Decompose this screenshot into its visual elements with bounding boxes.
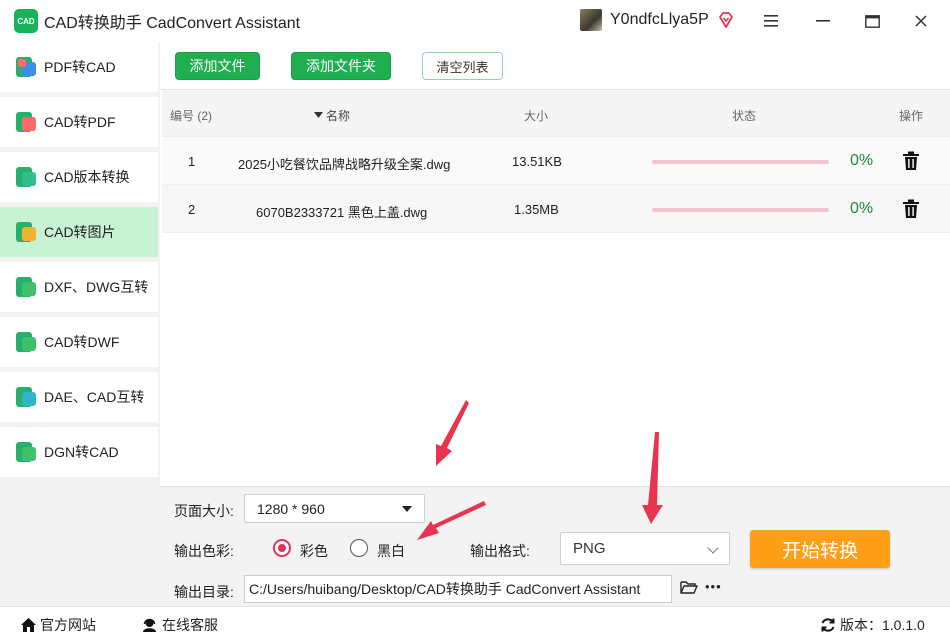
color-option-bw-label[interactable]: 黑白: [377, 541, 405, 561]
sidebar-item-label: DXF、DWG互转: [44, 279, 149, 295]
clear-list-button[interactable]: 清空列表: [422, 52, 503, 80]
online-support-label: 在线客服: [162, 617, 218, 633]
official-website-link[interactable]: 官方网站: [20, 615, 96, 635]
sidebar-item-pdf-to-cad[interactable]: PDF转CAD: [0, 42, 158, 92]
vip-diamond-icon[interactable]: [717, 11, 735, 29]
online-support-link[interactable]: 在线客服: [141, 615, 218, 635]
status-bar: 官方网站 在线客服 版本： 1.0.1.0: [0, 606, 950, 640]
dae-cad-icon: [16, 387, 36, 407]
page-size-label: 页面大小:: [174, 503, 234, 519]
file-table: 编号 (2) 名称 大小 状态 操作 1 2025小吃餐饮品牌战略升级全案.dw…: [162, 90, 950, 233]
header-name-sort[interactable]: 名称: [314, 107, 350, 124]
sidebar-item-dgn-to-cad[interactable]: DGN转CAD: [0, 427, 158, 477]
support-agent-icon: [143, 618, 156, 632]
output-dir-label: 输出目录:: [174, 584, 234, 600]
header-size: 大小: [524, 109, 549, 123]
menu-icon[interactable]: [758, 8, 784, 34]
row-progress-bar: [652, 208, 829, 212]
chevron-down-icon: [707, 542, 719, 554]
page-size-select[interactable]: 1280 * 960: [244, 494, 425, 523]
version-info[interactable]: 版本： 1.0.1.0: [820, 615, 925, 635]
sidebar-item-dxf-dwg[interactable]: DXF、DWG互转: [0, 262, 158, 312]
row-file-name: 6070B2333721 黑色上盖.dwg: [256, 205, 428, 220]
row-progress-bar: [652, 160, 829, 164]
pdf-to-cad-icon: [16, 57, 36, 77]
sidebar-item-dae-cad[interactable]: DAE、CAD互转: [0, 372, 158, 422]
output-dir-value: C:/Users/huibang/Desktop/CAD转换助手 CadConv…: [249, 581, 641, 597]
start-convert-button[interactable]: 开始转换: [750, 530, 890, 568]
page-size-value: 1280 * 960: [257, 500, 325, 517]
settings-panel: 页面大小: 1280 * 960 输出色彩: 彩色 黑白 输出格式: PNG 开…: [160, 486, 950, 606]
sidebar-item-cad-to-dwf[interactable]: CAD转DWF: [0, 317, 158, 367]
sidebar-item-label: DAE、CAD互转: [44, 389, 145, 405]
avatar[interactable]: [580, 9, 602, 31]
toolbar: 添加文件 添加文件夹 清空列表: [160, 42, 950, 90]
header-action: 操作: [899, 109, 924, 123]
sort-down-icon: [314, 112, 323, 118]
color-radio-bw[interactable]: [350, 539, 368, 557]
table-row[interactable]: 1 2025小吃餐饮品牌战略升级全案.dwg 13.51KB 0%: [162, 137, 950, 185]
official-website-label: 官方网站: [40, 617, 96, 633]
header-name-label: 名称: [326, 109, 351, 123]
sidebar-item-label: CAD版本转换: [44, 169, 130, 185]
sidebar-item-label: DGN转CAD: [44, 444, 119, 460]
format-label: 输出格式:: [470, 543, 530, 559]
sidebar-item-cad-version[interactable]: CAD版本转换: [0, 152, 158, 202]
cad-to-pdf-icon: [16, 112, 36, 132]
row-file-size: 1.35MB: [514, 202, 559, 217]
table-header: 编号 (2) 名称 大小 状态 操作: [162, 90, 950, 137]
row-progress-percent: 0%: [850, 200, 874, 217]
row-index: 1: [188, 154, 196, 169]
title-bar: CAD CAD转换助手 CadConvert Assistant Y0ndfcL…: [0, 0, 950, 42]
format-select[interactable]: PNG: [560, 532, 730, 565]
header-status: 状态: [732, 109, 757, 123]
dxf-dwg-icon: [16, 277, 36, 297]
output-dir-input[interactable]: C:/Users/huibang/Desktop/CAD转换助手 CadConv…: [244, 575, 672, 603]
header-index: 编号 (2): [170, 109, 213, 123]
annotation-arrow-page-size: [436, 400, 469, 466]
delete-trash-icon[interactable]: [902, 151, 920, 171]
color-radio-color[interactable]: [273, 539, 291, 557]
close-icon[interactable]: [908, 8, 934, 34]
format-value: PNG: [573, 540, 606, 557]
sidebar: PDF转CAD CAD转PDF CAD版本转换 CAD转图片 DXF、DWG互转…: [0, 42, 160, 606]
add-folder-button[interactable]: 添加文件夹: [291, 52, 391, 80]
cad-to-dwf-icon: [16, 332, 36, 352]
version-number: 1.0.1.0: [882, 617, 925, 633]
cad-to-image-icon: [16, 222, 36, 242]
maximize-icon[interactable]: [859, 8, 885, 34]
row-progress-percent: 0%: [850, 152, 874, 169]
row-file-size: 13.51KB: [512, 154, 562, 169]
user-area[interactable]: Y0ndfcLlya5P: [580, 9, 735, 31]
color-label: 输出色彩:: [174, 543, 234, 559]
cad-version-icon: [16, 167, 36, 187]
version-label: 版本：: [840, 617, 882, 633]
dgn-to-cad-icon: [16, 442, 36, 462]
home-icon: [21, 618, 36, 632]
sidebar-item-label: CAD转DWF: [44, 334, 120, 350]
sidebar-item-label: CAD转图片: [44, 224, 116, 240]
minimize-icon[interactable]: [810, 8, 836, 34]
row-file-name: 2025小吃餐饮品牌战略升级全案.dwg: [238, 157, 451, 172]
add-file-button[interactable]: 添加文件: [175, 52, 260, 80]
sidebar-item-label: CAD转PDF: [44, 114, 116, 130]
caret-down-icon: [402, 505, 412, 512]
sidebar-item-cad-to-pdf[interactable]: CAD转PDF: [0, 97, 158, 147]
delete-trash-icon[interactable]: [902, 199, 920, 219]
row-index: 2: [188, 202, 196, 217]
app-title: CAD转换助手 CadConvert Assistant: [44, 15, 301, 32]
more-options-icon[interactable]: •••: [705, 579, 722, 594]
refresh-icon: [821, 618, 835, 632]
app-logo-icon: CAD: [14, 9, 38, 33]
folder-open-icon[interactable]: [680, 580, 698, 595]
username[interactable]: Y0ndfcLlya5P: [610, 11, 709, 29]
sidebar-item-label: PDF转CAD: [44, 59, 116, 75]
color-option-color-label[interactable]: 彩色: [300, 541, 328, 561]
sidebar-item-cad-to-image[interactable]: CAD转图片: [0, 207, 158, 257]
table-row[interactable]: 2 6070B2333721 黑色上盖.dwg 1.35MB 0%: [162, 185, 950, 233]
